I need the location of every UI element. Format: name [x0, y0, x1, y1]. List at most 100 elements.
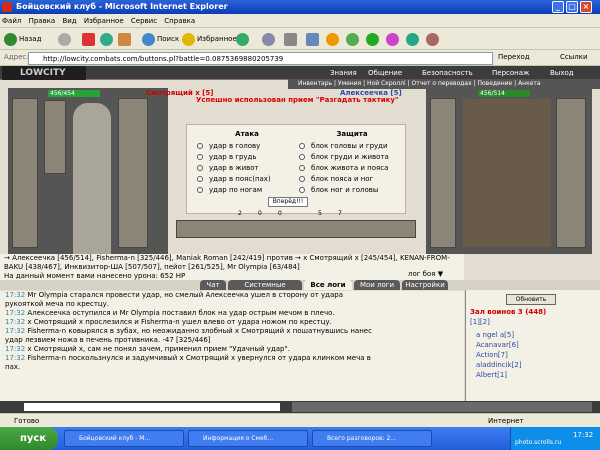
start-button[interactable]: пуск [0, 427, 58, 450]
extra-icon [426, 32, 439, 46]
links-button[interactable]: Ссылки [560, 53, 588, 61]
chat-line: 17:32 Fisherma-n ковырялся в зубах, но н… [5, 327, 372, 335]
user-item[interactable]: Action[7] [476, 350, 522, 360]
chat-buttons[interactable] [292, 402, 592, 412]
page-links[interactable]: [1][2] [470, 318, 490, 326]
forward-button[interactable]: Вперёд!!! [268, 197, 308, 207]
status-bar: Готово Интернет [0, 413, 600, 427]
nav-security[interactable]: Безопасность [422, 66, 473, 80]
history-button[interactable] [236, 31, 251, 47]
chat-line: 17:32 х Смотрящий х, сам не понял зачем,… [5, 345, 290, 353]
star-icon [182, 32, 195, 46]
refresh-button[interactable] [100, 31, 115, 47]
success-message: Успешно использован прием "Разгадать так… [196, 96, 399, 104]
mail-icon [262, 32, 275, 46]
chat-line: 17:32 Fisherma-n поскользнулся и задумчи… [5, 354, 371, 362]
watermark: photo.scrolls.ru [515, 439, 562, 446]
stop-button[interactable] [82, 31, 97, 47]
tab-system[interactable]: Системные сообщения [228, 280, 302, 299]
user-item[interactable]: Acanavar[6] [476, 340, 522, 350]
refresh-button[interactable]: Обновить [506, 294, 556, 305]
defense-option[interactable]: блок груди и живота [299, 152, 405, 163]
right-character-figure[interactable] [462, 98, 552, 248]
chat-line: 17:32 Mr Olympia старался провести удар,… [5, 291, 343, 299]
user-item[interactable]: a ngel a[5] [476, 330, 522, 340]
tab-chat[interactable]: Чат [200, 280, 226, 290]
chat-input[interactable] [24, 403, 280, 411]
right-slots-left [430, 98, 456, 248]
forward-icon [58, 32, 71, 46]
clover-button[interactable] [366, 31, 381, 47]
window-title: Бойцовский клуб - Microsoft Internet Exp… [16, 2, 228, 11]
menu-bar: Файл Правка Вид Избранное Сервис Справка [0, 14, 600, 28]
print-button[interactable] [284, 31, 299, 47]
online-panel: Обновить Зал воинов 3 (448) [1][2] a nge… [465, 290, 600, 401]
right-hp-bar: 456/514 [478, 90, 530, 97]
fight-log-link[interactable]: лог боя ▼ [408, 270, 443, 278]
toolbar: Назад Поиск Избранное [0, 28, 600, 50]
go-button[interactable]: Переход [498, 53, 530, 61]
attack-header: Атака [235, 130, 259, 138]
menu-help[interactable]: Справка [164, 17, 195, 25]
nav-character[interactable]: Персонаж [492, 66, 529, 80]
menu-file[interactable]: Файл [2, 17, 21, 25]
taskbar-item[interactable]: Бойцовский клуб - М... [64, 430, 184, 447]
music-button[interactable] [386, 31, 401, 47]
user-list: a ngel a[5] Acanavar[6] Action[7] aladdi… [476, 330, 522, 380]
user-item[interactable]: Albert[1] [476, 370, 522, 380]
attack-option[interactable]: удар в голову [197, 141, 297, 152]
chat-log: 17:32 Mr Olympia старался провести удар,… [0, 291, 464, 401]
defense-column: Защита блок головы и груди блок груди и … [299, 129, 405, 196]
attack-option[interactable]: удар по ногам [197, 185, 297, 196]
address-input[interactable]: http://lowcity.combats.com/buttons.pl?ba… [28, 52, 493, 65]
zone-text: Интернет [488, 417, 524, 425]
menu-view[interactable]: Вид [62, 17, 76, 25]
defense-option[interactable]: блок ног и головы [299, 185, 405, 196]
chat-input-bar [0, 401, 600, 413]
extra-button[interactable] [426, 31, 441, 47]
right-slots-right [556, 98, 586, 248]
counter: 0 [258, 210, 262, 217]
attack-column: Атака удар в голову удар в грудь удар в … [197, 129, 297, 196]
left-character-figure[interactable] [72, 102, 112, 258]
nav-communication[interactable]: Общение [368, 66, 402, 80]
left-inner-slots [44, 100, 66, 174]
taskbar-item[interactable]: Информация о Смеб... [188, 430, 308, 447]
address-label: Адрес: [4, 53, 29, 61]
home-button[interactable] [118, 31, 133, 47]
edit-button[interactable] [306, 31, 321, 47]
tab-my-logs[interactable]: Мои логи [354, 280, 400, 290]
defense-option[interactable]: блок головы и груди [299, 141, 405, 152]
maximize-button[interactable]: □ [566, 1, 578, 13]
tab-all-logs[interactable]: Все логи [304, 280, 352, 290]
participants-line2: BAKU [438/467], Инквизитор-ША [507/507],… [4, 263, 300, 271]
menu-edit[interactable]: Правка [29, 17, 56, 25]
menu-tools[interactable]: Сервис [131, 17, 157, 25]
nav-knowledge[interactable]: Знания [330, 66, 357, 80]
defense-option[interactable]: блок живота и пояса [299, 163, 405, 174]
favorites-button[interactable]: Избранное [182, 31, 237, 47]
forward-button[interactable] [58, 31, 73, 47]
nav-exit[interactable]: Выход [550, 66, 574, 80]
globe-button[interactable] [406, 31, 421, 47]
skill-bar[interactable] [176, 220, 416, 238]
back-button[interactable]: Назад [4, 31, 41, 47]
mail-button[interactable] [262, 31, 277, 47]
left-slots-right [118, 98, 148, 248]
menu-favorites[interactable]: Избранное [84, 17, 124, 25]
participants-panel: → Алексеечка [456/514], Fisherma-n [325/… [0, 254, 464, 280]
refresh-icon [100, 32, 113, 46]
chat-tabs: Чат Системные сообщения Все логи Мои лог… [0, 280, 600, 299]
tab-settings[interactable]: Настройки [402, 280, 448, 290]
search-button[interactable]: Поиск [142, 31, 179, 47]
research-button[interactable] [346, 31, 361, 47]
user-item[interactable]: aladdincik[2] [476, 360, 522, 370]
attack-option[interactable]: удар в пояс(пах) [197, 174, 297, 185]
attack-option[interactable]: удар в грудь [197, 152, 297, 163]
minimize-button[interactable]: _ [552, 1, 564, 13]
close-button[interactable]: × [580, 1, 592, 13]
attack-option[interactable]: удар в живот [197, 163, 297, 174]
taskbar-item[interactable]: Всего разговоров: 2... [312, 430, 432, 447]
defense-option[interactable]: блок пояса и ног [299, 174, 405, 185]
messenger-button[interactable] [326, 31, 341, 47]
